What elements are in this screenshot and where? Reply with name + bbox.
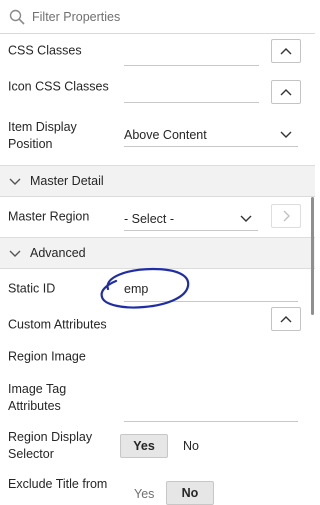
- section-title: Advanced: [30, 246, 86, 260]
- image-tag-attributes-row: Image Tag Attributes: [0, 373, 315, 423]
- item-display-position-label: Item Display Position: [8, 120, 77, 151]
- icon-css-classes-expand-button[interactable]: [271, 80, 301, 104]
- custom-attributes-expand-button[interactable]: [271, 307, 301, 331]
- exclude-title-no-button[interactable]: No: [166, 481, 214, 505]
- search-icon: [9, 9, 25, 25]
- exclude-title-yes-button[interactable]: Yes: [134, 487, 154, 501]
- scrollbar[interactable]: [311, 197, 314, 315]
- icon-css-classes-field[interactable]: [124, 80, 259, 103]
- icon-css-classes-row: Icon CSS Classes: [0, 67, 315, 107]
- filter-bar: [0, 0, 315, 34]
- chevron-down-icon: [9, 250, 21, 257]
- section-title: Master Detail: [30, 174, 104, 188]
- exclude-title-label: Exclude Title from: [8, 477, 108, 491]
- item-display-position-row: Item Display Position Above Content: [0, 107, 315, 165]
- region-display-selector-yes-button[interactable]: Yes: [120, 434, 168, 458]
- master-region-label: Master Region: [8, 209, 90, 224]
- static-id-label: Static ID: [8, 281, 56, 296]
- icon-css-classes-label: Icon CSS Classes: [8, 79, 109, 94]
- static-id-value: emp: [124, 282, 149, 296]
- master-region-value: - Select -: [124, 212, 175, 226]
- filter-properties-input[interactable]: [32, 9, 282, 24]
- region-display-selector-no-button[interactable]: No: [176, 434, 206, 458]
- region-display-selector-row: Region Display Selector Yes No: [0, 423, 315, 469]
- image-tag-attributes-label: Image Tag Attributes: [8, 382, 67, 413]
- css-classes-row: CSS Classes: [0, 34, 315, 67]
- css-classes-expand-button[interactable]: [271, 39, 301, 63]
- region-image-row: Region Image: [0, 341, 315, 377]
- static-id-row: Static ID emp: [0, 269, 315, 309]
- chevron-up-icon: [280, 316, 292, 323]
- item-display-position-value: Above Content: [124, 128, 207, 142]
- css-classes-label: CSS Classes: [8, 43, 82, 57]
- image-tag-attributes-field[interactable]: [124, 399, 298, 422]
- section-master-detail[interactable]: Master Detail: [0, 165, 315, 197]
- chevron-down-icon: [9, 178, 21, 185]
- static-id-field[interactable]: emp: [124, 277, 298, 302]
- css-classes-field[interactable]: [124, 43, 259, 66]
- master-region-select[interactable]: - Select -: [124, 208, 258, 231]
- custom-attributes-label: Custom Attributes: [8, 317, 107, 332]
- master-region-go-button[interactable]: [271, 204, 301, 228]
- chevron-up-icon: [280, 48, 292, 55]
- chevron-right-icon: [283, 210, 290, 222]
- master-region-row: Master Region - Select -: [0, 197, 315, 237]
- chevron-up-icon: [280, 89, 292, 96]
- custom-attributes-row: Custom Attributes: [0, 307, 315, 344]
- chevron-down-icon: [280, 131, 292, 138]
- item-display-position-select[interactable]: Above Content: [124, 124, 298, 147]
- chevron-down-icon: [240, 215, 252, 222]
- section-advanced[interactable]: Advanced: [0, 237, 315, 269]
- region-display-selector-label: Region Display Selector: [8, 430, 93, 461]
- region-image-label: Region Image: [8, 349, 86, 364]
